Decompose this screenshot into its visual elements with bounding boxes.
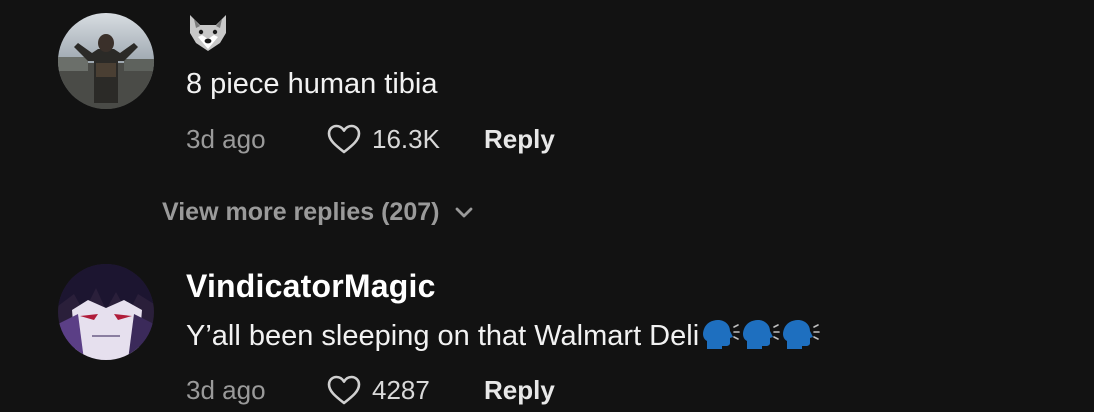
like-count: 4287	[372, 374, 430, 405]
like-count: 16.3K	[372, 123, 440, 154]
comment-meta: 3d ago 16.3K Reply	[186, 119, 555, 159]
timestamp: 3d ago	[186, 123, 266, 154]
timestamp: 3d ago	[186, 374, 266, 405]
author-name[interactable]: VindicatorMagic	[186, 268, 436, 308]
heart-icon	[327, 124, 361, 154]
comment: VindicatorMagic Y’all been sleeping on t…	[0, 250, 1094, 412]
comment-text: Y’all been sleeping on that Walmart Deli	[186, 316, 821, 356]
emoji-group	[701, 319, 821, 353]
avatar-image	[58, 13, 154, 109]
comment-text: 8 piece human tibia	[186, 66, 438, 102]
heart-icon	[327, 375, 361, 405]
avatar[interactable]	[58, 264, 154, 360]
comment-meta: 3d ago 4287 Reply	[186, 370, 555, 410]
reply-button[interactable]: Reply	[484, 375, 555, 406]
comment-text-content: Y’all been sleeping on that Walmart Deli	[186, 319, 700, 352]
like-button[interactable]: 4287	[326, 374, 484, 406]
speaking-head-icon	[743, 320, 780, 349]
like-button[interactable]: 16.3K	[326, 123, 484, 155]
view-more-label: View more replies (207)	[162, 197, 440, 226]
view-more-replies-button[interactable]: View more replies (207)	[162, 192, 475, 232]
reply-button[interactable]: Reply	[484, 124, 555, 155]
avatar[interactable]	[58, 13, 154, 109]
chevron-down-icon	[456, 207, 473, 218]
comment: 8 piece human tibia 3d ago 16.3K Reply	[0, 0, 1094, 180]
comment-text-content: 8 piece human tibia	[186, 67, 438, 100]
wolf-face-icon	[190, 15, 226, 51]
speaking-head-icon	[703, 320, 740, 349]
speaking-head-icon	[783, 320, 820, 349]
avatar-image	[58, 264, 154, 360]
